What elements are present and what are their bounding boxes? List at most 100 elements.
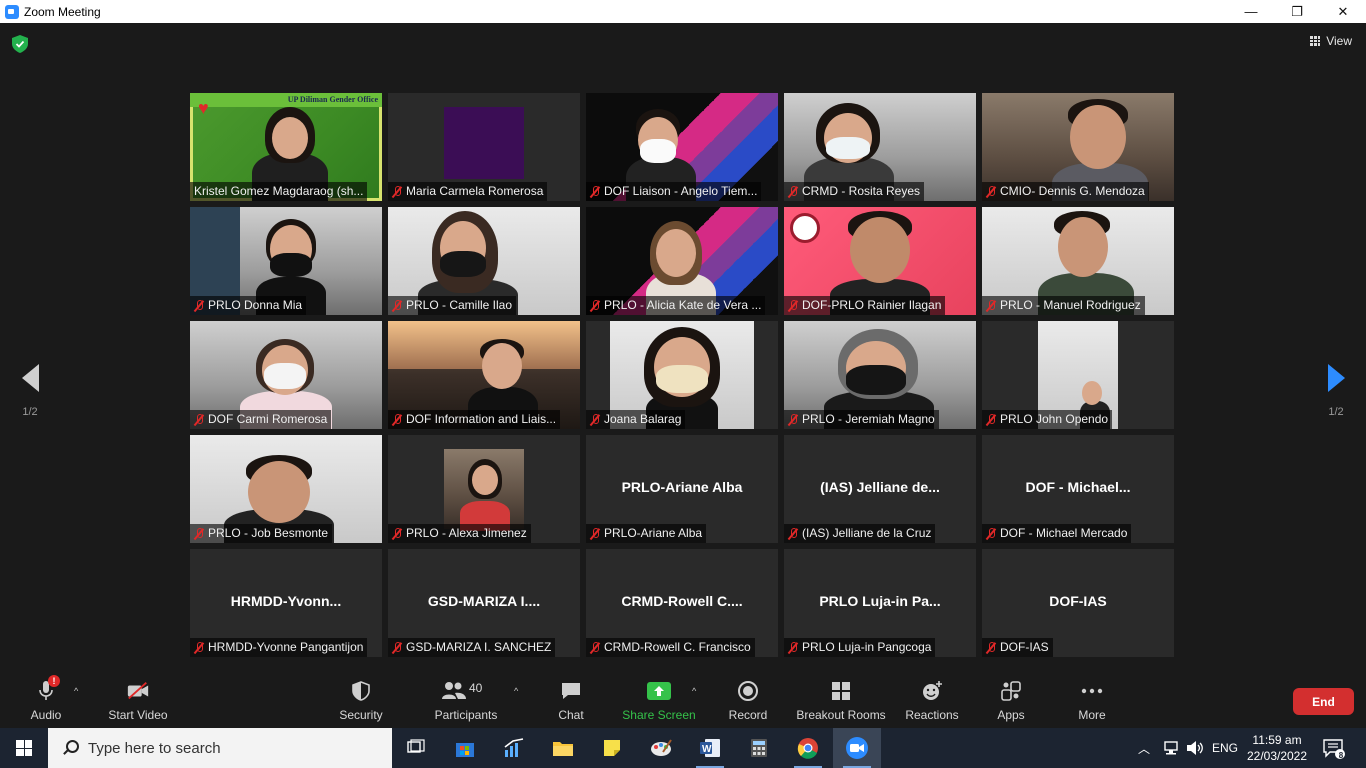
participant-tile[interactable]: PRLO - Camille Ilao (388, 207, 580, 315)
restore-button[interactable]: ❐ (1274, 0, 1320, 23)
participant-name-label: PRLO - Alicia Kate de Vera ... (586, 296, 766, 315)
arrow-right-icon (1327, 364, 1345, 392)
record-button[interactable]: Record (726, 674, 770, 728)
participant-tile[interactable]: HRMDD-Yvonn... HRMDD-Yvonne Pangantijon (190, 549, 382, 657)
participants-button[interactable]: 40 Participants (430, 674, 502, 728)
heart-icon: ♥ (198, 98, 209, 118)
shield-icon (349, 679, 373, 703)
audio-warning-badge: ! (48, 675, 60, 687)
apps-button[interactable]: Apps (992, 674, 1030, 728)
participant-tile[interactable]: CRMD - Rosita Reyes (784, 93, 976, 201)
taskbar-clock[interactable]: 11:59 am 22/03/2022 (1246, 732, 1308, 764)
participant-tile[interactable]: (IAS) Jelliane de... (IAS) Jelliane de l… (784, 435, 976, 543)
participant-display-name: DOF - Michael... (1025, 479, 1131, 495)
notification-center-button[interactable]: 8 (1322, 728, 1346, 768)
muted-mic-icon (986, 185, 996, 198)
security-button[interactable]: Security (334, 674, 388, 728)
view-button[interactable]: View (1310, 34, 1352, 48)
muted-mic-icon (788, 527, 798, 540)
chat-button[interactable]: Chat (552, 674, 590, 728)
seal-logo-icon (790, 213, 820, 243)
paint-app-icon[interactable] (637, 728, 685, 768)
participant-tile[interactable]: PRLO - Alexa Jimenez (388, 435, 580, 543)
participant-tile[interactable]: PRLO - Alicia Kate de Vera ... (586, 207, 778, 315)
record-icon (736, 679, 760, 703)
video-placeholder (444, 107, 524, 179)
participant-name-label: DOF - Michael Mercado (982, 524, 1132, 543)
reactions-button[interactable]: Reactions (904, 674, 960, 728)
volume-icon[interactable] (1186, 728, 1204, 768)
participant-tile[interactable]: CRMD-Rowell C.... CRMD-Rowell C. Francis… (586, 549, 778, 657)
taskbar-search[interactable]: Type here to search (48, 728, 392, 768)
word-app-icon[interactable]: W (686, 728, 734, 768)
participant-tile[interactable]: DOF Liaison - Angelo Tiem... (586, 93, 778, 201)
show-hidden-icons[interactable]: ︿ (1138, 728, 1150, 768)
participant-tile[interactable]: GSD-MARIZA I.... GSD-MARIZA I. SANCHEZ (388, 549, 580, 657)
start-button[interactable] (0, 728, 48, 768)
close-button[interactable]: ✕ (1320, 0, 1366, 23)
participant-name-label: DOF-PRLO Rainier Ilagan (784, 296, 946, 315)
calculator-icon[interactable] (735, 728, 783, 768)
participant-tile[interactable]: PRLO - Job Besmonte (190, 435, 382, 543)
minimize-button[interactable]: — (1228, 0, 1274, 23)
chrome-browser-icon[interactable] (784, 728, 832, 768)
grid-view-icon (1310, 36, 1321, 46)
participant-name-label: (IAS) Jelliane de la Cruz (784, 524, 936, 543)
zoom-taskbar-icon[interactable] (833, 728, 881, 768)
participant-name-label: CRMD-Rowell C. Francisco (586, 638, 755, 657)
participant-display-name: (IAS) Jelliane de... (820, 479, 940, 495)
start-video-label: Start Video (108, 708, 168, 722)
participant-tile[interactable]: CMIO- Dennis G. Mendoza (982, 93, 1174, 201)
share-screen-button[interactable]: Share Screen (622, 674, 696, 728)
muted-mic-icon (194, 413, 204, 426)
stock-chart-app-icon[interactable] (490, 728, 538, 768)
muted-mic-icon (194, 299, 204, 312)
participant-display-name: HRMDD-Yvonn... (230, 593, 342, 609)
share-options-caret[interactable]: ^ (692, 686, 696, 696)
record-label: Record (728, 708, 768, 722)
participant-tile[interactable]: PRLO-Ariane Alba PRLO-Ariane Alba (586, 435, 778, 543)
apps-label: Apps (997, 708, 1025, 722)
participant-tile[interactable]: PRLO - Jeremiah Magno (784, 321, 976, 429)
participant-name-label: DOF Carmi Romerosa (190, 410, 332, 429)
participant-tile[interactable]: DOF - Michael... DOF - Michael Mercado (982, 435, 1174, 543)
previous-page-button[interactable]: 1/2 (0, 336, 60, 446)
microsoft-store-icon[interactable] (441, 728, 489, 768)
muted-mic-icon (986, 413, 996, 426)
participant-name-label: DOF-IAS (982, 638, 1053, 657)
participant-tile[interactable]: Maria Carmela Romerosa (388, 93, 580, 201)
muted-mic-icon (590, 641, 600, 654)
participant-tile[interactable]: PRLO Luja-in Pa... PRLO Luja-in Pangcoga (784, 549, 976, 657)
participant-tile[interactable]: DOF Information and Liais... (388, 321, 580, 429)
participant-name-label: PRLO-Ariane Alba (586, 524, 707, 543)
input-language[interactable]: ENG (1212, 728, 1238, 768)
participant-tile[interactable]: PRLO John Opendo (982, 321, 1174, 429)
sticky-notes-icon[interactable] (588, 728, 636, 768)
page-indicator-right: 1/2 (1328, 406, 1344, 418)
audio-button[interactable]: ! Audio (22, 674, 70, 728)
muted-mic-icon (392, 185, 402, 198)
participant-tile[interactable]: PRLO - Manuel Rodriguez (982, 207, 1174, 315)
network-icon[interactable] (1162, 728, 1180, 768)
task-view-icon[interactable] (392, 728, 440, 768)
muted-mic-icon (392, 299, 402, 312)
muted-mic-icon (788, 299, 798, 312)
security-shield-icon[interactable] (12, 35, 28, 53)
participant-tile[interactable]: UP Diliman Gender Office ♥ Kristel Gomez… (190, 93, 382, 201)
participant-tile[interactable]: DOF-PRLO Rainier Ilagan (784, 207, 976, 315)
breakout-rooms-button[interactable]: Breakout Rooms (794, 674, 888, 728)
participant-tile[interactable]: Joana Balarag (586, 321, 778, 429)
apps-icon (999, 679, 1023, 703)
file-explorer-icon[interactable] (539, 728, 587, 768)
participant-tile[interactable]: DOF-IAS DOF-IAS (982, 549, 1174, 657)
start-video-button[interactable]: Start Video (104, 674, 172, 728)
more-button[interactable]: More (1072, 674, 1112, 728)
participant-name-label: DOF Information and Liais... (388, 410, 561, 429)
participant-tile[interactable]: DOF Carmi Romerosa (190, 321, 382, 429)
next-page-button[interactable]: 1/2 (1306, 336, 1366, 446)
audio-options-caret[interactable]: ^ (74, 686, 78, 696)
microphone-muted-icon: ! (34, 675, 60, 703)
participants-options-caret[interactable]: ^ (514, 686, 518, 696)
participant-tile[interactable]: PRLO Donna Mia (190, 207, 382, 315)
end-meeting-button[interactable]: End (1293, 688, 1354, 715)
